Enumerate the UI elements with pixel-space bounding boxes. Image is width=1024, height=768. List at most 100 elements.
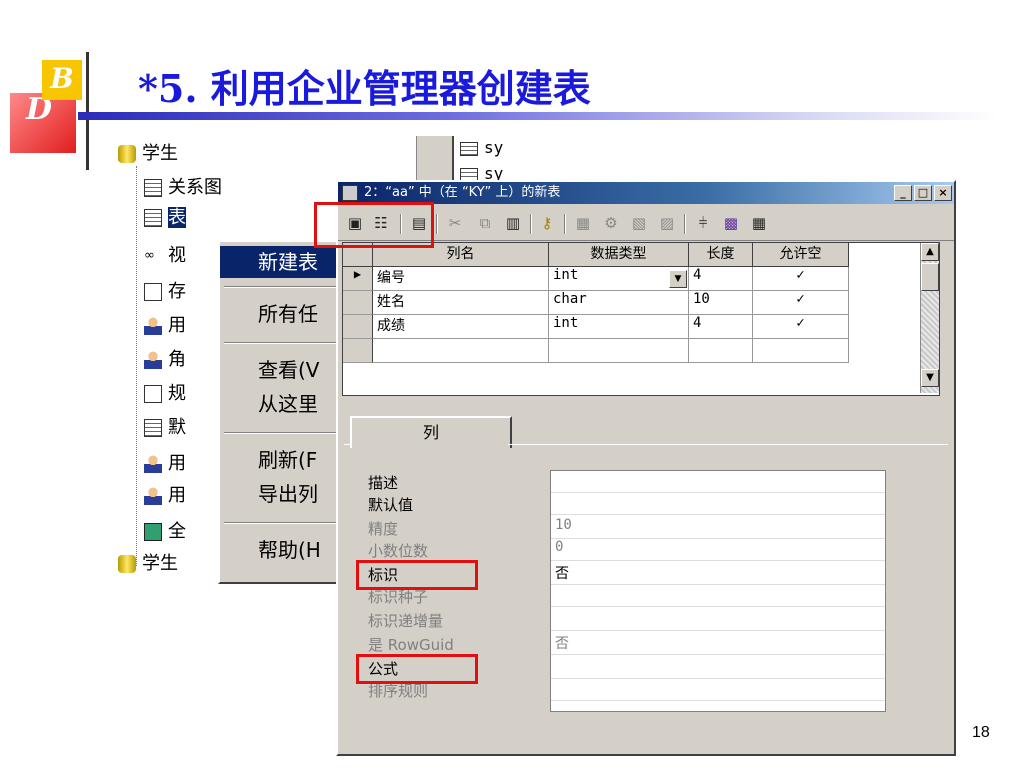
- scroll-up-icon[interactable]: ▲: [921, 243, 939, 261]
- table-cell[interactable]: 编号: [373, 267, 549, 291]
- property-label: 默认值: [368, 496, 414, 514]
- minimize-button[interactable]: _: [894, 185, 912, 201]
- column-header[interactable]: 允许空: [753, 243, 849, 267]
- scroll-down-icon[interactable]: ▼: [921, 369, 939, 387]
- tree-node-database-2[interactable]: 学生: [118, 552, 218, 576]
- property-identity-increment-field[interactable]: [551, 609, 885, 631]
- menu-separator: [224, 432, 346, 434]
- table-cell[interactable]: 10: [689, 291, 753, 315]
- slide-title: *5. 利用企业管理器创建表: [138, 66, 591, 111]
- tree-node-user-functions[interactable]: 用: [144, 484, 218, 508]
- column-header[interactable]: 数据类型: [549, 243, 689, 267]
- table-cell[interactable]: ✓: [753, 291, 849, 315]
- property-rowguid-field[interactable]: 否: [551, 633, 885, 655]
- tree-node-user-types[interactable]: 用: [144, 452, 218, 476]
- table-cell[interactable]: int: [549, 267, 689, 291]
- highlight-toolbar-save: [314, 202, 434, 248]
- table-cell[interactable]: 成绩: [373, 315, 549, 339]
- table-icon: [460, 141, 478, 156]
- row-selector[interactable]: [343, 315, 373, 339]
- window-title: 2：“aa” 中（在 “KY” 上）的新表: [364, 185, 561, 200]
- context-menu: 新建表 所有任 查看(V 从这里 刷新(F 导出列 帮助(H: [218, 240, 352, 584]
- indexes-icon[interactable]: ⚙: [600, 213, 622, 233]
- diagram-icon[interactable]: ⫩: [692, 213, 714, 233]
- cut-icon[interactable]: ✂: [444, 213, 466, 233]
- paste-icon[interactable]: ▥: [502, 213, 524, 233]
- table-cell[interactable]: int: [549, 315, 689, 339]
- window-icon: [342, 185, 358, 201]
- row-selector[interactable]: [343, 339, 373, 363]
- diagram-icon: [144, 179, 162, 197]
- table-cell[interactable]: 4: [689, 267, 753, 291]
- menu-item-new-table[interactable]: 新建表: [220, 246, 350, 278]
- menu-item-refresh[interactable]: 刷新(F: [220, 444, 350, 476]
- menu-item-help[interactable]: 帮助(H: [220, 534, 350, 566]
- header-divider: [86, 52, 89, 170]
- table-cell[interactable]: 4: [689, 315, 753, 339]
- maximize-button[interactable]: □: [914, 185, 932, 201]
- tree-node-database[interactable]: 学生: [118, 142, 178, 166]
- toolbar-separator: [684, 214, 686, 234]
- tree-node-stored-procedures[interactable]: 存: [144, 280, 218, 304]
- table-icon: [144, 209, 162, 227]
- close-button[interactable]: ×: [934, 185, 952, 201]
- grid-icon[interactable]: ▦: [748, 213, 770, 233]
- tree-node-defaults[interactable]: 默: [144, 416, 218, 440]
- database-icon: [118, 145, 136, 163]
- property-default-field[interactable]: [551, 493, 885, 515]
- grid-vertical-scrollbar[interactable]: ▲ ▼: [920, 243, 939, 393]
- table-cell[interactable]: char: [549, 291, 689, 315]
- triggers-icon[interactable]: ▨: [656, 213, 678, 233]
- highlight-formula: [356, 654, 478, 684]
- table-cell[interactable]: ✓: [753, 267, 849, 291]
- menu-item-new-window[interactable]: 从这里: [220, 388, 350, 420]
- row-selector[interactable]: [343, 291, 373, 315]
- tree-node-views[interactable]: ∞ 视: [144, 244, 218, 268]
- role-icon: [144, 351, 162, 369]
- highlight-identity: [356, 560, 478, 590]
- logo-b: B: [42, 60, 82, 100]
- relationships-icon[interactable]: ▦: [572, 213, 594, 233]
- fulltext-icon: [144, 523, 162, 541]
- menu-item-view[interactable]: 查看(V: [220, 354, 350, 386]
- dropdown-arrow-icon[interactable]: ▼: [669, 270, 687, 288]
- toolbar-separator: [436, 214, 438, 234]
- row-selector-active[interactable]: ▶: [343, 267, 373, 291]
- property-identity-seed-field[interactable]: [551, 585, 885, 607]
- property-precision-field[interactable]: 10: [551, 517, 885, 539]
- table-cell[interactable]: 姓名: [373, 291, 549, 315]
- key-icon[interactable]: ⚷: [536, 213, 558, 233]
- table-cell[interactable]: [753, 339, 849, 363]
- property-scale-field[interactable]: 0: [551, 539, 885, 561]
- menu-separator: [224, 286, 346, 288]
- property-formula-field[interactable]: [551, 657, 885, 679]
- table-cell[interactable]: [549, 339, 689, 363]
- window-titlebar[interactable]: 2：“aa” 中（在 “KY” 上）的新表 _ □ ×: [338, 182, 954, 204]
- table-cell[interactable]: [689, 339, 753, 363]
- tab-columns[interactable]: 列: [350, 416, 512, 448]
- property-collation-field[interactable]: [551, 679, 885, 701]
- property-description-field[interactable]: [551, 471, 885, 493]
- list-item[interactable]: sy: [460, 136, 503, 160]
- property-label: 精度: [368, 520, 399, 538]
- copy-icon[interactable]: ⧉: [474, 213, 496, 233]
- tree-node-rules[interactable]: 规: [144, 382, 218, 406]
- table-cell[interactable]: [373, 339, 549, 363]
- property-identity-field[interactable]: 否: [551, 563, 885, 585]
- table-cell[interactable]: ✓: [753, 315, 849, 339]
- tree-node-tables[interactable]: 表: [144, 206, 234, 230]
- menu-separator: [224, 342, 346, 344]
- tree-node-fulltext[interactable]: 全: [144, 520, 218, 544]
- tree-node-roles[interactable]: 角: [144, 348, 218, 372]
- tree-node-users[interactable]: 用: [144, 314, 218, 338]
- procedure-icon: [144, 283, 162, 301]
- view-icon[interactable]: ▩: [720, 213, 742, 233]
- menu-item-export-list[interactable]: 导出列: [220, 478, 350, 510]
- default-icon: [144, 419, 162, 437]
- tab-strip-line: [508, 444, 948, 445]
- constraints-icon[interactable]: ▧: [628, 213, 650, 233]
- column-header[interactable]: 长度: [689, 243, 753, 267]
- scroll-thumb[interactable]: [921, 263, 939, 291]
- tree-node-diagrams[interactable]: 关系图: [144, 176, 222, 200]
- menu-item-all-tasks[interactable]: 所有任: [220, 298, 350, 330]
